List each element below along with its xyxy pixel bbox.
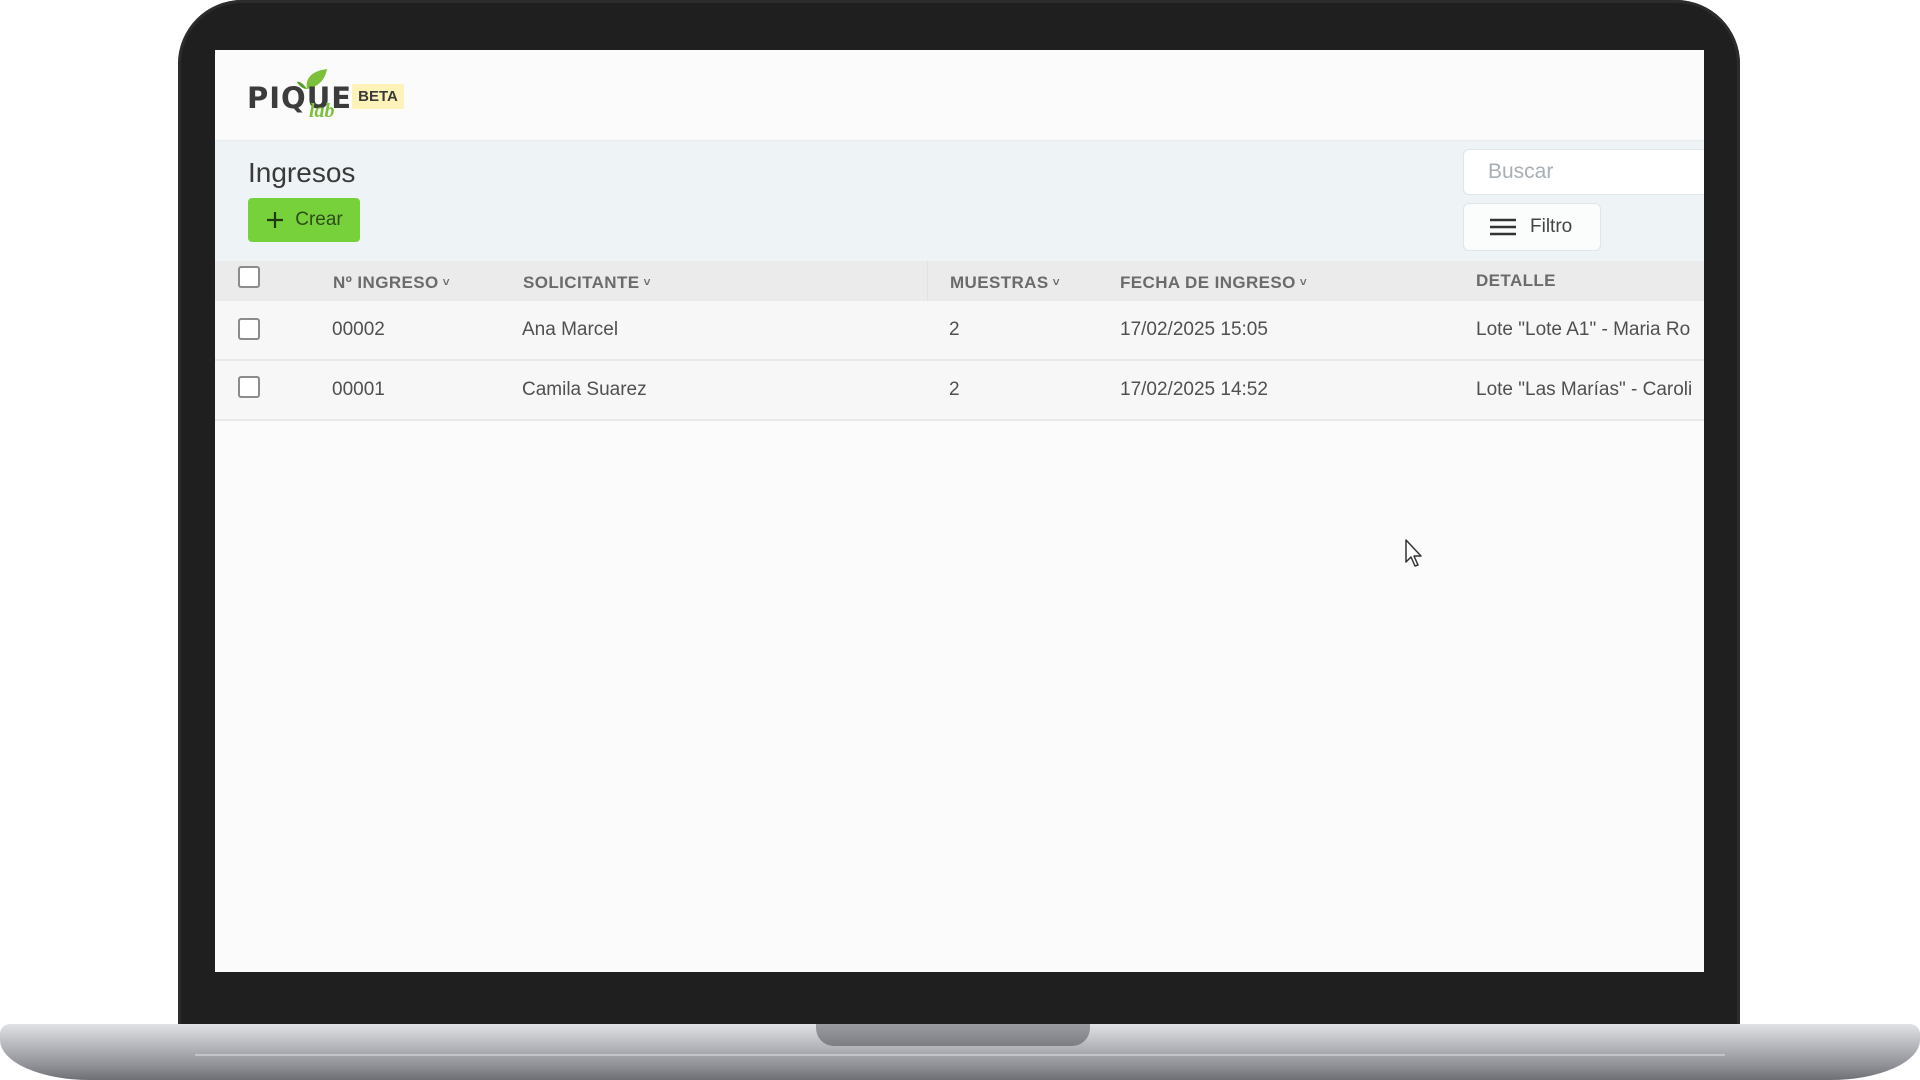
- table-row[interactable]: 00001 Camila Suarez 2 17/02/2025 14:52 L…: [215, 361, 1704, 421]
- filter-button[interactable]: Filtro: [1463, 203, 1601, 251]
- cell-muestras: 2: [949, 379, 960, 400]
- column-header-label: Nº INGRESO: [333, 273, 439, 292]
- cell-fecha: 17/02/2025 15:05: [1120, 319, 1268, 340]
- cell-fecha: 17/02/2025 14:52: [1120, 379, 1268, 400]
- laptop-base-edge: [195, 1054, 1725, 1056]
- column-header-muestras[interactable]: MUESTRAS ˅: [950, 273, 1060, 293]
- chevron-down-icon: ˅: [1299, 275, 1308, 289]
- filter-button-label: Filtro: [1530, 216, 1573, 237]
- app-logo[interactable]: PIQUE lab: [247, 67, 357, 125]
- beta-badge: BETA: [352, 84, 404, 109]
- select-all-checkbox[interactable]: [238, 266, 260, 288]
- column-header-solicitante[interactable]: SOLICITANTE ˅: [523, 273, 651, 293]
- table-row[interactable]: 00002 Ana Marcel 2 17/02/2025 15:05 Lote…: [215, 301, 1704, 361]
- column-header-label: MUESTRAS: [950, 273, 1049, 292]
- column-header-label: FECHA DE INGRESO: [1120, 273, 1296, 292]
- page-toolbar: Ingresos Crear Filtro: [215, 141, 1704, 261]
- chevron-down-icon: ˅: [643, 275, 651, 289]
- column-header-detalle: DETALLE: [1476, 271, 1556, 291]
- mouse-cursor-icon: [1405, 539, 1422, 567]
- page-title: Ingresos: [248, 157, 356, 188]
- cell-numero: 00002: [332, 319, 385, 340]
- cell-solicitante: Camila Suarez: [522, 379, 647, 400]
- column-header-label: DETALLE: [1476, 271, 1556, 290]
- laptop-screen: PIQUE lab BETA Ingresos Crear Filtro Nº …: [215, 50, 1704, 972]
- row-checkbox[interactable]: [238, 376, 260, 398]
- chevron-down-icon: ˅: [442, 275, 451, 289]
- plus-icon: [267, 212, 284, 228]
- row-checkbox[interactable]: [238, 318, 260, 340]
- column-header-numero[interactable]: Nº INGRESO ˅: [333, 273, 450, 293]
- column-divider: [927, 261, 928, 301]
- cell-solicitante: Ana Marcel: [522, 319, 619, 340]
- cell-detalle: Lote "Las Marías" - Caroli: [1476, 379, 1693, 400]
- cell-detalle: Lote "Lote A1" - Maria Ro: [1476, 319, 1691, 340]
- cell-numero: 00001: [332, 379, 385, 400]
- chevron-down-icon: ˅: [1052, 275, 1061, 289]
- create-button[interactable]: Crear: [248, 198, 360, 242]
- table-header: Nº INGRESO ˅ SOLICITANTE ˅ MUESTRAS ˅ FECHA…: [215, 261, 1704, 301]
- logo-sub-wordmark: lab: [309, 100, 335, 122]
- cell-muestras: 2: [949, 319, 960, 340]
- column-header-label: SOLICITANTE: [523, 273, 640, 292]
- app-header: PIQUE lab BETA: [215, 50, 1704, 141]
- column-header-fecha[interactable]: FECHA DE INGRESO ˅: [1120, 273, 1307, 293]
- logo-wordmark: PIQUE: [247, 81, 353, 115]
- laptop-hinge-notch: [816, 1024, 1090, 1046]
- create-button-label: Crear: [295, 209, 343, 230]
- menu-lines-icon: [1490, 218, 1516, 236]
- search-input[interactable]: [1463, 149, 1704, 195]
